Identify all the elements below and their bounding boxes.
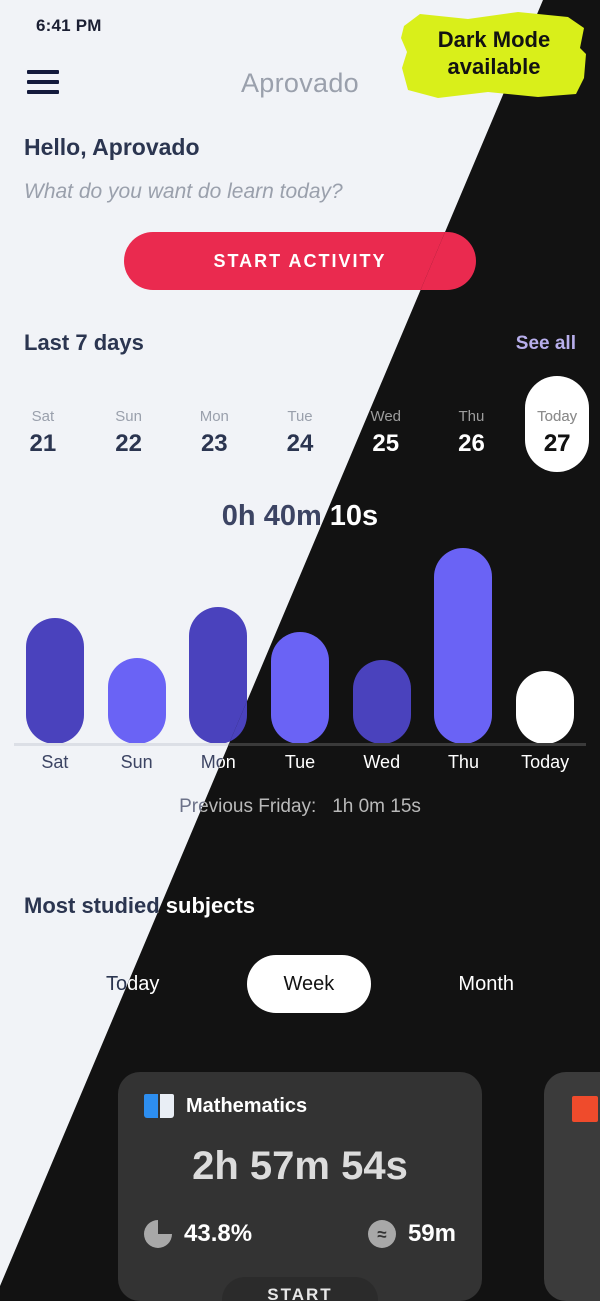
subject-next-icon-dark bbox=[572, 1096, 598, 1122]
subject-card-next-dark[interactable] bbox=[544, 1072, 600, 1301]
bar-column-sat[interactable] bbox=[14, 548, 96, 744]
subject-percent-stat-dark: 43.8% bbox=[144, 1220, 252, 1248]
bar-sat bbox=[25, 618, 84, 744]
bar-thu bbox=[434, 548, 493, 744]
bar-tue bbox=[271, 632, 330, 744]
subject-card-list-dark: Mathematics 2h 57m 54s 43.8% ≈ 59m START bbox=[118, 1072, 600, 1301]
date-chip-dow: Mon bbox=[199, 408, 229, 425]
chart-label-thu: Thu bbox=[447, 752, 479, 772]
chart-label-today: Today bbox=[521, 752, 570, 772]
bar-wed bbox=[352, 660, 411, 744]
start-activity-button[interactable]: START ACTIVITY bbox=[124, 232, 476, 290]
bar-today bbox=[516, 671, 575, 744]
see-all-link-dark[interactable]: See all bbox=[516, 333, 576, 355]
greeting-subtitle: What do you want do learn today? bbox=[24, 180, 343, 203]
subject-name-dark: Mathematics bbox=[186, 1094, 308, 1117]
sticker-line-2: available bbox=[447, 54, 541, 79]
bar-column-thu[interactable] bbox=[423, 548, 505, 744]
status-bar-time: 6:41 PM bbox=[36, 16, 102, 35]
range-tab-month-dark[interactable]: Month bbox=[452, 973, 520, 996]
date-chip-num: 24 bbox=[286, 430, 314, 457]
sticker-line-1: Dark Mode bbox=[437, 27, 551, 53]
date-chip-thu-dark[interactable]: Thu 26 bbox=[429, 385, 515, 481]
chart-label-wed: Wed bbox=[363, 752, 401, 772]
chart-label-tue: Tue bbox=[284, 752, 316, 772]
dark-mode-sticker-text: Dark Mode available bbox=[398, 8, 590, 100]
subject-total-time-dark: 2h 57m 54s bbox=[192, 1144, 408, 1188]
bar-sun bbox=[107, 658, 166, 744]
average-wave-icon-dark: ≈ bbox=[367, 1220, 396, 1248]
date-chip-num: 22 bbox=[115, 430, 142, 457]
open-book-icon-dark bbox=[144, 1094, 174, 1118]
dark-mode-sticker: Dark Mode available bbox=[398, 8, 590, 100]
date-chip-num: 21 bbox=[29, 430, 57, 457]
bar-column-sun[interactable] bbox=[96, 548, 178, 744]
date-chip-num: 27 bbox=[543, 430, 571, 457]
date-chip-sun[interactable]: Sun 22 bbox=[86, 385, 172, 481]
pie-chart-icon-dark bbox=[144, 1220, 172, 1248]
date-chip-mon[interactable]: Mon 23 bbox=[171, 385, 257, 481]
date-chip-num: 23 bbox=[200, 430, 228, 457]
bar-column-today[interactable] bbox=[504, 548, 586, 744]
range-tab-week-dark[interactable]: Week bbox=[246, 955, 371, 1013]
bar-column-wed[interactable] bbox=[341, 548, 423, 744]
range-segmented-control-dark: Today Week Month bbox=[100, 955, 520, 1013]
date-chip-dow: Sat bbox=[31, 408, 55, 425]
date-chip-dow: Sun bbox=[115, 408, 142, 425]
subject-card-mathematics-dark[interactable]: Mathematics 2h 57m 54s 43.8% ≈ 59m START bbox=[118, 1072, 482, 1301]
subject-percent-value-dark: 43.8% bbox=[184, 1220, 253, 1247]
subject-card-header-dark: Mathematics bbox=[144, 1094, 307, 1118]
chart-label-sat: Sat bbox=[41, 752, 69, 772]
previous-friday-value-dark: 1h 0m 15s bbox=[332, 796, 421, 817]
app-screen: 6:41 PM Aprovado Hello, Aprovado What do… bbox=[0, 0, 600, 1301]
date-chip-dow: Tue bbox=[287, 408, 313, 425]
date-chip-sat[interactable]: Sat 21 bbox=[0, 385, 86, 481]
chart-label-sun: Sun bbox=[120, 752, 153, 772]
subject-start-button-dark[interactable]: START bbox=[222, 1277, 378, 1301]
subject-stats-dark: 43.8% ≈ 59m bbox=[144, 1220, 456, 1248]
greeting-title: Hello, Aprovado bbox=[24, 134, 200, 160]
date-chip-tue[interactable]: Tue 24 bbox=[257, 385, 343, 481]
subject-average-stat-dark: ≈ 59m bbox=[367, 1220, 456, 1248]
subject-average-value-dark: 59m bbox=[407, 1220, 456, 1247]
date-chip-dow: Today bbox=[537, 408, 578, 425]
last-7-days-title: Last 7 days bbox=[24, 330, 144, 355]
